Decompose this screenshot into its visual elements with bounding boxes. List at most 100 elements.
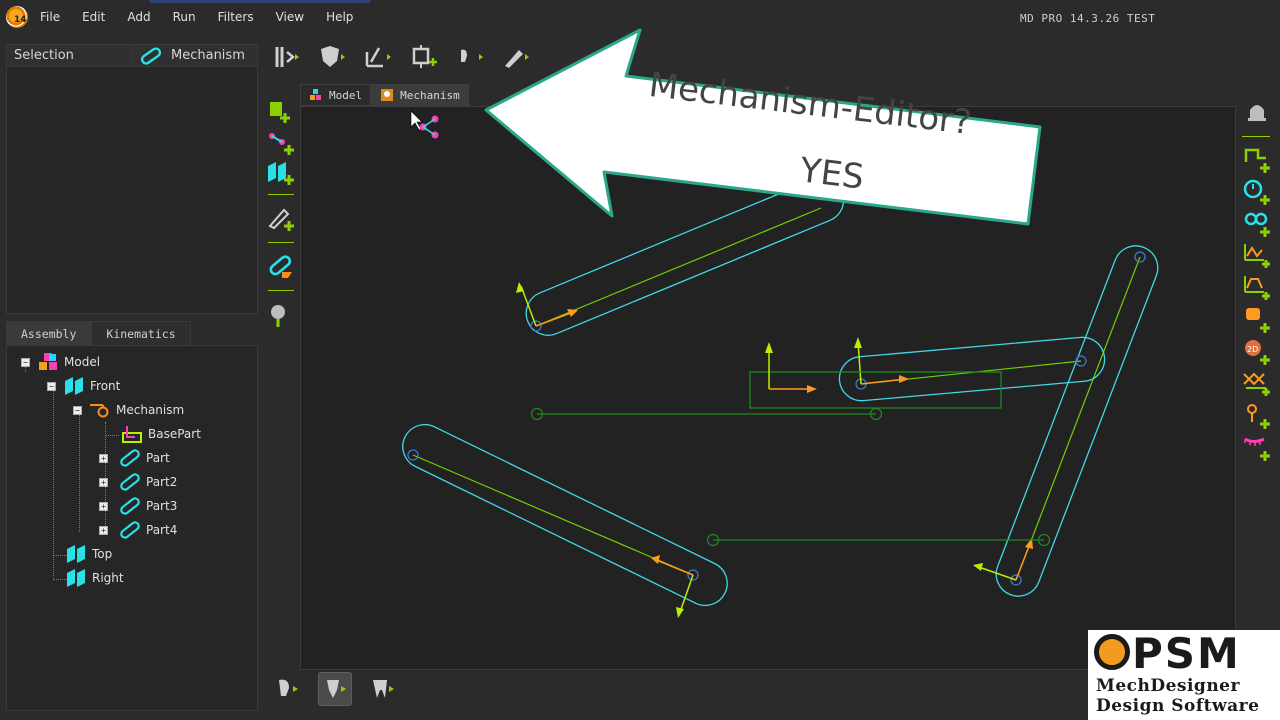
add-shape-icon[interactable] — [1242, 306, 1272, 334]
add-2d-icon[interactable]: 2D — [1242, 338, 1272, 366]
part-icon — [120, 449, 140, 467]
expand-toggle[interactable]: + — [99, 502, 108, 511]
add-belt-icon[interactable] — [1242, 434, 1272, 462]
menu-run[interactable]: Run — [173, 10, 196, 24]
basepart-icon — [122, 426, 142, 443]
callout-arrow: Mechanism-Editor? YES — [480, 26, 1060, 236]
tab-kinematics[interactable]: Kinematics — [91, 321, 191, 345]
collapse-toggle[interactable]: − — [47, 382, 56, 391]
menu-view[interactable]: View — [276, 10, 304, 24]
add-function-icon[interactable] — [1242, 242, 1272, 270]
menu-file[interactable]: File — [40, 10, 60, 24]
bell-icon[interactable] — [1242, 98, 1272, 126]
logo-line2: Design Software — [1096, 696, 1260, 716]
tree-item-mechanism[interactable]: − Mechanism — [73, 398, 184, 422]
selection-panel: Selection Mechanism — [6, 44, 258, 314]
add-sketch-icon[interactable] — [266, 204, 296, 234]
tree-label: Part4 — [146, 523, 178, 537]
tab-label: Mechanism — [400, 88, 460, 102]
model-icon — [310, 89, 321, 100]
psm-logo: PSM MechDesigner Design Software — [1088, 630, 1280, 720]
menu-edit[interactable]: Edit — [82, 10, 105, 24]
add-spring-icon[interactable] — [1242, 210, 1272, 238]
tree-tabs: Assembly Kinematics — [6, 321, 191, 345]
add-cam-icon[interactable] — [1242, 274, 1272, 302]
toolbar-separator — [268, 194, 294, 195]
link-part-2[interactable] — [973, 239, 1164, 602]
tree-item-basepart[interactable]: BasePart — [99, 422, 201, 446]
tab-model[interactable]: Model — [300, 84, 372, 106]
add-motion-icon[interactable] — [1242, 146, 1272, 174]
tree-label: Part2 — [146, 475, 178, 489]
toolbar-separator — [1242, 136, 1270, 137]
expand-toggle[interactable]: + — [99, 478, 108, 487]
tree-label: Right — [92, 571, 124, 585]
add-point-icon[interactable] — [266, 300, 296, 330]
menu-help[interactable]: Help — [326, 10, 353, 24]
add-timer-icon[interactable] — [1242, 178, 1272, 206]
bulb-icon — [279, 679, 298, 696]
svg-text:2D: 2D — [1247, 345, 1258, 354]
mechanism-icon — [90, 404, 109, 418]
part-icon — [120, 497, 140, 515]
tree-item-part3[interactable]: + Part3 — [99, 494, 177, 518]
callout-shape — [484, 28, 1042, 226]
tooth-mode-button[interactable] — [366, 672, 400, 706]
base-part[interactable] — [530, 342, 1051, 547]
tree-label: Part — [146, 451, 170, 465]
selection-header: Selection — [7, 45, 133, 66]
expand-toggle[interactable]: + — [99, 454, 108, 463]
menu-filters[interactable]: Filters — [218, 10, 254, 24]
tree-item-front[interactable]: − Front — [47, 374, 120, 398]
menu-add[interactable]: Add — [127, 10, 150, 24]
add-plane-icon[interactable] — [266, 158, 296, 188]
tree-item-right[interactable]: Right — [65, 566, 124, 590]
tooth-icon — [373, 680, 394, 698]
tab-mechanism[interactable]: Mechanism — [371, 84, 469, 106]
collapse-toggle[interactable]: − — [21, 358, 30, 367]
drag-joint-icon — [419, 115, 439, 139]
app-logo-icon[interactable]: 14 — [6, 6, 28, 28]
edit-part-icon[interactable] — [266, 252, 296, 282]
solid-mode-button[interactable] — [318, 672, 352, 706]
tree-label: Top — [92, 547, 113, 561]
tree-item-part[interactable]: + Part — [99, 446, 170, 470]
tree-line — [53, 390, 54, 580]
tree-item-model[interactable]: − Model — [21, 350, 100, 374]
app-badge: 14 — [14, 15, 27, 25]
expand-toggle[interactable]: + — [99, 526, 108, 535]
tree-item-part2[interactable]: + Part2 — [99, 470, 177, 494]
add-pin-icon[interactable] — [1242, 402, 1272, 430]
rotate-tool-button[interactable] — [268, 40, 304, 74]
add-joint-icon[interactable] — [266, 128, 296, 158]
tree-item-part4[interactable]: + Part4 — [99, 518, 177, 542]
link-part-4[interactable] — [395, 417, 734, 618]
logo-brand: PSM — [1132, 629, 1241, 678]
tab-label: Model — [329, 88, 363, 102]
tab-assembly[interactable]: Assembly — [6, 321, 92, 345]
model-icon — [39, 353, 57, 370]
tree-label: Model — [64, 355, 101, 369]
part-icon — [120, 473, 140, 491]
assembly-tree: − Model − Front − Mechanism BasePart + P… — [6, 345, 258, 711]
part-icon — [120, 521, 140, 539]
shield-tool-button[interactable] — [314, 40, 350, 74]
sketch-tool-button[interactable] — [360, 40, 396, 74]
frame-tool-button[interactable] — [406, 40, 442, 74]
link-part-3[interactable] — [838, 335, 1107, 402]
add-linkage-icon[interactable] — [1242, 370, 1272, 398]
tree-label: Front — [90, 379, 121, 393]
plane-icon — [65, 377, 83, 395]
add-base-part-icon[interactable] — [266, 98, 296, 128]
collapse-toggle[interactable]: − — [73, 406, 82, 415]
tree-label: Part3 — [146, 499, 178, 513]
bottom-toolbar — [270, 672, 400, 710]
tree-item-top[interactable]: Top — [65, 542, 112, 566]
sketch-icon — [365, 47, 391, 68]
point-mode-button[interactable] — [270, 672, 304, 706]
toolbar-separator — [268, 242, 294, 243]
tree-line — [79, 414, 80, 532]
editor-tabs: Model Mechanism — [300, 84, 469, 106]
rotate-icon — [275, 47, 299, 67]
logo-line1: MechDesigner — [1096, 676, 1240, 696]
